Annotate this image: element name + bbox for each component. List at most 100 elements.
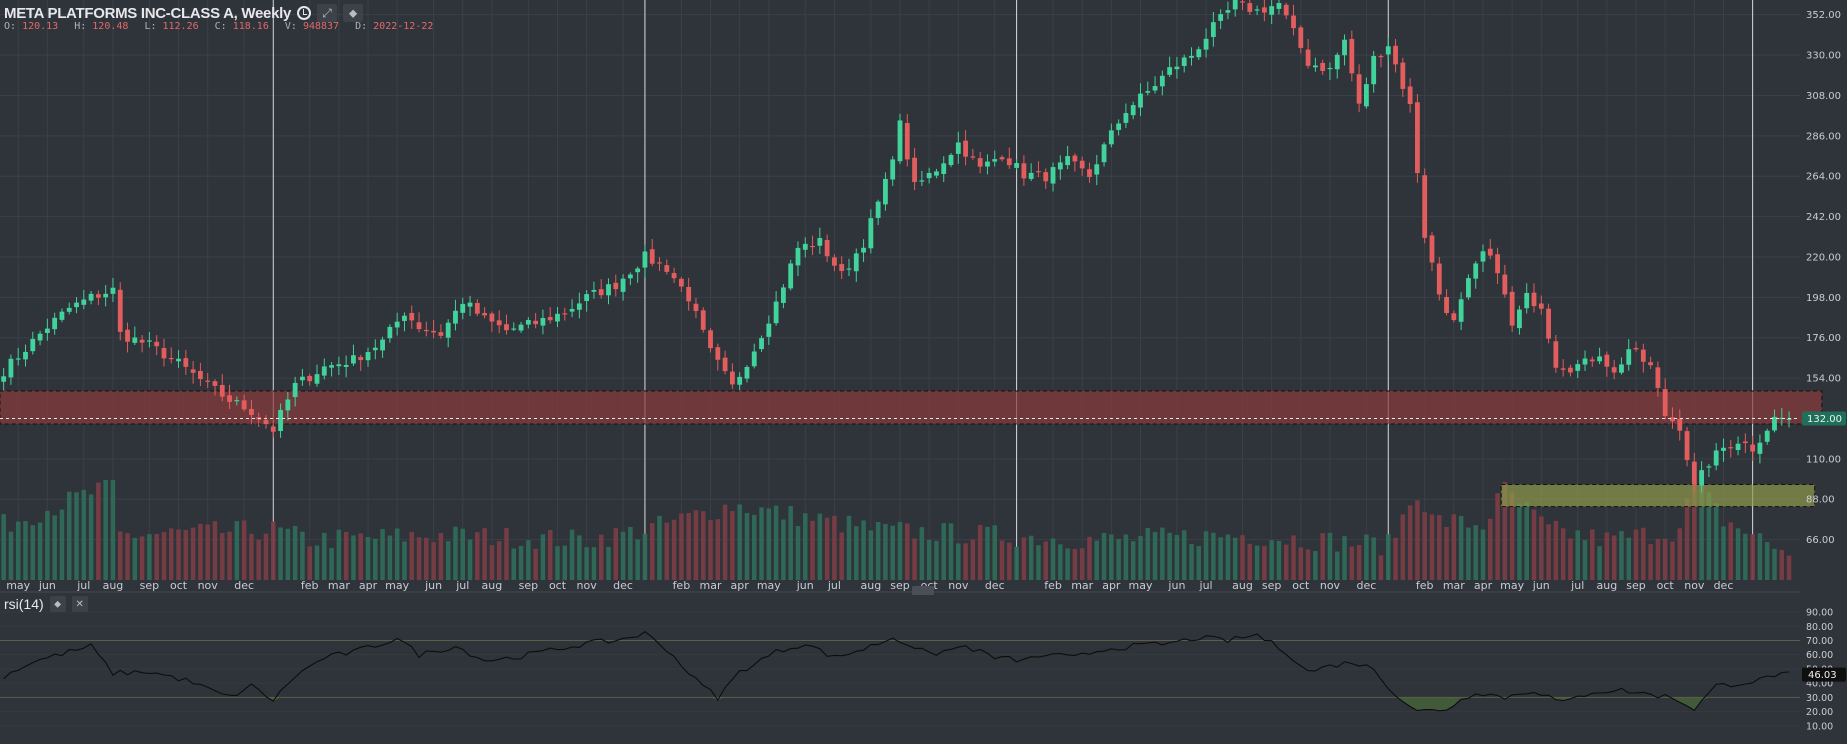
candle-body[interactable] (190, 369, 196, 373)
candle-body[interactable] (853, 253, 859, 272)
candle-body[interactable] (489, 313, 495, 322)
price-chart[interactable]: 66.00 88.00 110.00 132.00 154.00 176.00 198.00… (0, 0, 1847, 740)
candle-body[interactable] (1203, 38, 1209, 50)
candle-body[interactable] (1684, 431, 1690, 460)
candle-body[interactable] (999, 157, 1005, 160)
candle-body[interactable] (1189, 55, 1194, 58)
candle-body[interactable] (1181, 57, 1187, 67)
candle-body[interactable] (8, 358, 14, 378)
candle-body[interactable] (1699, 470, 1705, 486)
candle-body[interactable] (649, 249, 655, 264)
candle-body[interactable] (1320, 62, 1326, 71)
candle-body[interactable] (110, 287, 116, 294)
candle-body[interactable] (1407, 86, 1413, 105)
candle-body[interactable] (1167, 67, 1173, 75)
candle-body[interactable] (1480, 251, 1486, 262)
candle-body[interactable] (249, 408, 254, 415)
candle-body[interactable] (678, 278, 684, 287)
candle-body[interactable] (1385, 46, 1391, 55)
candle-body[interactable] (394, 321, 400, 328)
candle-body[interactable] (598, 289, 604, 296)
candle-body[interactable] (1517, 309, 1522, 329)
candle-body[interactable] (1094, 164, 1100, 175)
candle-body[interactable] (919, 180, 925, 182)
resistance-zone[interactable] (0, 390, 1823, 425)
candle-body[interactable] (1130, 105, 1136, 116)
candle-body[interactable] (1254, 9, 1260, 11)
candle-body[interactable] (409, 312, 415, 321)
candle-body[interactable] (992, 159, 998, 162)
candle-body[interactable] (912, 157, 917, 183)
candle-body[interactable] (438, 332, 444, 336)
candle-body[interactable] (1597, 356, 1602, 362)
candle-body[interactable] (1240, 1, 1245, 3)
candle-body[interactable] (351, 355, 356, 364)
candle-body[interactable] (423, 329, 429, 332)
candle-body[interactable] (671, 272, 677, 279)
candle-body[interactable] (533, 320, 539, 325)
candle-body[interactable] (358, 356, 364, 361)
clock-icon[interactable] (297, 6, 312, 20)
candle-body[interactable] (1138, 93, 1143, 108)
candle-body[interactable] (1218, 14, 1224, 21)
candle-body[interactable] (1633, 347, 1639, 350)
candle-body[interactable] (431, 330, 437, 333)
candle-body[interactable] (1735, 443, 1741, 451)
candle-body[interactable] (642, 251, 648, 268)
candle-body[interactable] (620, 278, 626, 292)
candle-body[interactable] (832, 257, 837, 266)
candle-body[interactable] (606, 284, 611, 296)
candle-body[interactable] (810, 245, 815, 248)
candle-body[interactable] (773, 301, 779, 324)
candle-body[interactable] (540, 317, 546, 326)
candle-body[interactable] (1028, 172, 1034, 179)
candle-body[interactable] (52, 317, 58, 330)
candle-body[interactable] (1334, 54, 1340, 70)
candle-body[interactable] (343, 364, 349, 367)
candle-body[interactable] (817, 238, 823, 246)
candle-body[interactable] (1611, 367, 1617, 373)
candle-body[interactable] (416, 322, 422, 330)
candle-body[interactable] (569, 308, 575, 312)
candle-body[interactable] (700, 310, 706, 330)
candle-body[interactable] (766, 323, 772, 337)
candle-body[interactable] (336, 364, 342, 367)
candle-body[interactable] (1757, 442, 1763, 454)
candle-body[interactable] (904, 123, 910, 160)
candle-body[interactable] (955, 142, 961, 154)
candle-body[interactable] (1728, 447, 1734, 449)
candle-body[interactable] (1014, 163, 1020, 168)
candle-body[interactable] (1458, 299, 1464, 322)
candle-body[interactable] (584, 294, 590, 302)
candle-body[interactable] (1604, 354, 1610, 367)
candle-body[interactable] (1116, 123, 1122, 130)
candle-body[interactable] (1159, 75, 1165, 87)
candle-body[interactable] (963, 140, 968, 157)
candle-body[interactable] (970, 156, 976, 158)
candle-body[interactable] (846, 268, 852, 270)
candle-body[interactable] (1502, 274, 1508, 295)
candle-body[interactable] (372, 347, 378, 351)
candle-body[interactable] (132, 337, 138, 343)
candle-body[interactable] (1123, 113, 1129, 123)
candle-body[interactable] (300, 376, 305, 381)
indicator-settings-icon[interactable]: ⬥ (49, 596, 66, 612)
candle-body[interactable] (1429, 235, 1435, 263)
candle-body[interactable] (74, 302, 79, 308)
candle-body[interactable] (788, 263, 794, 289)
candle-body[interactable] (1553, 341, 1559, 368)
candle-body[interactable] (263, 419, 269, 425)
candle-body[interactable] (1298, 27, 1304, 48)
pin-icon[interactable]: ⬥ (343, 4, 364, 22)
candle-body[interactable] (1721, 447, 1726, 451)
candle-body[interactable] (1349, 38, 1355, 74)
candle-body[interactable] (1196, 49, 1202, 58)
candle-body[interactable] (467, 302, 473, 307)
candle-body[interactable] (883, 178, 888, 205)
candle-body[interactable] (95, 294, 101, 298)
candle-body[interactable] (729, 371, 735, 385)
candle-body[interactable] (686, 286, 692, 302)
candle-body[interactable] (1589, 359, 1595, 362)
candle-body[interactable] (1582, 358, 1588, 365)
candle-body[interactable] (278, 409, 283, 432)
